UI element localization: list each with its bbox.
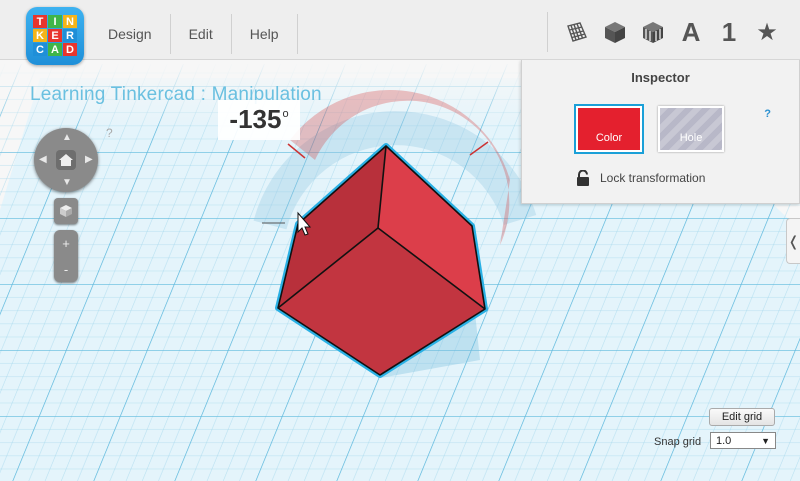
color-button[interactable]: Color	[576, 106, 642, 152]
grid-icon[interactable]	[558, 13, 596, 51]
view-cube-icon[interactable]	[54, 198, 78, 224]
orbit-left-icon[interactable]: ◀	[39, 154, 47, 165]
logo-letters: T I N K E R C A D	[33, 15, 77, 56]
menu-design[interactable]: Design	[90, 14, 170, 54]
number-icon[interactable]: 1	[710, 13, 748, 51]
star-icon[interactable]: ★	[748, 13, 786, 51]
text-icon[interactable]: A	[672, 13, 710, 51]
zoom-out-button[interactable]: -	[54, 256, 78, 282]
orbit-down-icon[interactable]: ▼	[62, 177, 72, 188]
snap-grid-select[interactable]: 1.0 ▼	[710, 432, 776, 449]
tinkercad-logo[interactable]: T I N K E R C A D	[26, 7, 84, 65]
orbit-control[interactable]: ▲ ▼ ◀ ▶	[34, 128, 98, 192]
dropdown-arrow-icon: ▼	[761, 435, 770, 446]
orbit-up-icon[interactable]: ▲	[62, 132, 72, 143]
rotation-angle-readout: -135 o	[218, 100, 300, 140]
hole-button[interactable]: Hole	[658, 106, 724, 152]
edit-grid-button[interactable]: Edit grid	[709, 408, 775, 426]
menu-edit[interactable]: Edit	[169, 14, 231, 54]
lock-transformation-label: Lock transformation	[600, 171, 706, 185]
inspector-title: Inspector	[631, 70, 690, 85]
top-bar: Design Edit Help A 1 ★	[0, 0, 800, 60]
zoom-in-button[interactable]: +	[54, 230, 78, 256]
box-icon[interactable]	[596, 13, 634, 51]
menu-help[interactable]: Help	[230, 14, 298, 54]
toolbar: A 1 ★	[547, 12, 786, 52]
lock-transformation-toggle[interactable]: Lock transformation	[576, 170, 705, 186]
orbit-right-icon[interactable]: ▶	[85, 154, 93, 165]
inspector-panel: Inspector ? Color Hole Lock transformati…	[521, 60, 800, 204]
inspector-help[interactable]: ?	[764, 108, 771, 120]
scene-help[interactable]: ?	[106, 126, 113, 140]
workplane-viewport[interactable]: Learning Tinkercad : Manipulation ? -135…	[0, 60, 800, 481]
snap-grid-value: 1.0	[716, 434, 732, 447]
striped-box-icon[interactable]	[634, 13, 672, 51]
main-menu: Design Edit Help	[90, 14, 298, 54]
collapse-panel-tab[interactable]: ❬	[786, 218, 800, 264]
rotation-angle-value: -135	[229, 104, 282, 134]
zoom-control: + -	[54, 230, 78, 282]
snap-grid-label: Snap grid	[654, 436, 702, 448]
lock-icon	[577, 170, 589, 186]
home-view-icon[interactable]	[56, 150, 76, 170]
rotation-angle-unit: o	[282, 108, 289, 120]
